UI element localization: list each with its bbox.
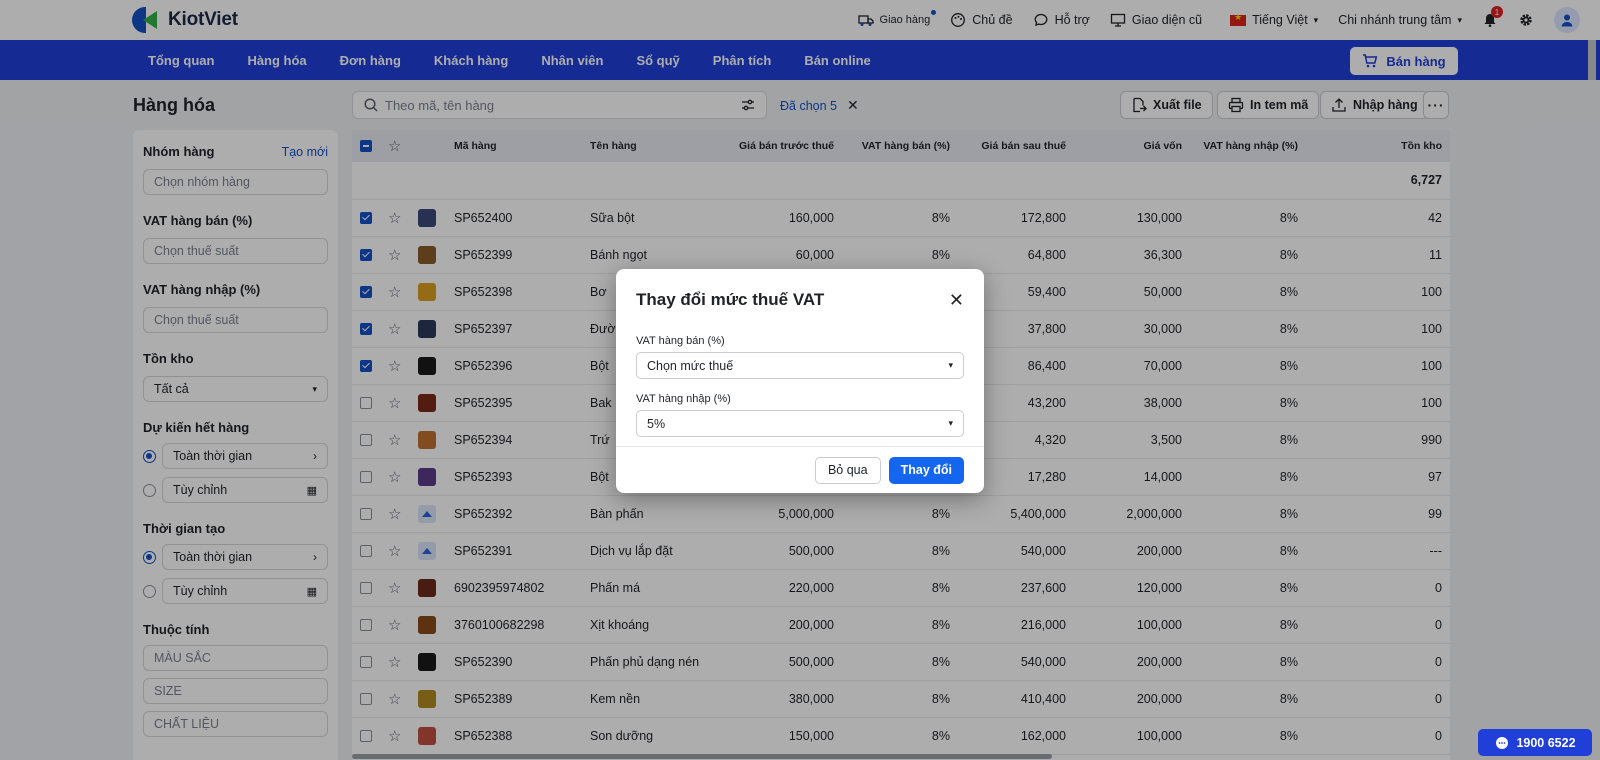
cancel-button[interactable]: Bỏ qua <box>814 456 881 484</box>
vat-purchase-field: VAT hàng nhập (%) 5% ▾ <box>636 393 964 437</box>
vat-purchase-field-label: VAT hàng nhập (%) <box>636 393 731 405</box>
dialog-title: Thay đổi mức thuế VAT <box>636 290 825 309</box>
confirm-change-button[interactable]: Thay đổi <box>888 456 964 484</box>
vat-sale-field: VAT hàng bán (%) Chọn mức thuế ▾ <box>636 335 964 379</box>
chevron-down-icon: ▾ <box>948 360 953 370</box>
close-icon[interactable]: ✕ <box>949 290 964 311</box>
vat-sale-field-label: VAT hàng bán (%) <box>636 335 725 347</box>
vat-sale-rate-value: Chọn mức thuế <box>647 358 734 373</box>
dialog-footer: Bỏ qua Thay đổi <box>616 446 984 493</box>
chat-bubble-icon <box>1494 735 1510 751</box>
dialog-header: Thay đổi mức thuế VAT ✕ <box>616 269 984 331</box>
vat-sale-rate-select[interactable]: Chọn mức thuế ▾ <box>636 352 964 379</box>
hotline-button[interactable]: 1900 6522 <box>1478 729 1592 756</box>
chevron-down-icon: ▾ <box>948 418 953 428</box>
vat-purchase-rate-value: 5% <box>647 416 666 431</box>
hotline-number: 1900 6522 <box>1516 735 1576 750</box>
vat-purchase-rate-select[interactable]: 5% ▾ <box>636 410 964 437</box>
dialog-body: VAT hàng bán (%) Chọn mức thuế ▾ VAT hàn… <box>616 335 984 437</box>
vat-change-dialog: Thay đổi mức thuế VAT ✕ VAT hàng bán (%)… <box>616 269 984 493</box>
